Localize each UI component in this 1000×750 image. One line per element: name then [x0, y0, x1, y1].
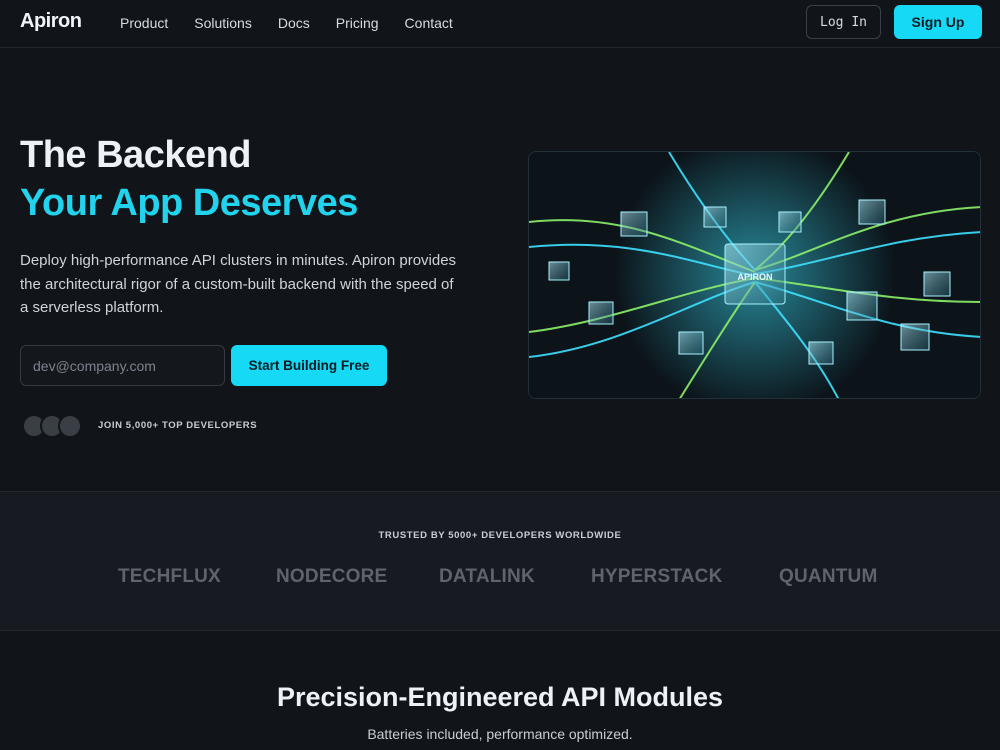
- modules-section: Precision-Engineered API Modules Batteri…: [0, 632, 1000, 750]
- hero-title-line1: The Backend: [20, 134, 252, 176]
- social-proof-text: JOIN 5,000+ TOP DEVELOPERS: [98, 420, 258, 431]
- trusted-by-title: TRUSTED BY 5000+ DEVELOPERS WORLDWIDE: [378, 530, 622, 541]
- modules-title: Precision-Engineered API Modules: [276, 682, 724, 712]
- nav-link-docs[interactable]: Docs: [278, 15, 310, 31]
- top-navbar: Apiron Product Solutions Docs Pricing Co…: [0, 0, 1000, 48]
- hero-illustration: APIRON: [528, 151, 981, 399]
- start-building-button[interactable]: Start Building Free: [231, 345, 387, 386]
- signup-button[interactable]: Sign Up: [894, 5, 982, 39]
- hero-description: Deploy high-performance API clusters in …: [20, 252, 457, 316]
- partner-logo-hyperstack: HYPERSTACK: [591, 566, 723, 587]
- partner-logo-quantum: QUANTUM: [779, 566, 878, 587]
- login-button[interactable]: Log In: [806, 5, 881, 39]
- nav-link-solutions[interactable]: Solutions: [194, 15, 252, 31]
- hero-title: The Backend Your App Deserves: [20, 131, 358, 227]
- partner-logo-nodecore: NODECORE: [276, 566, 388, 587]
- hero-title-line2: Your App Deserves: [20, 182, 358, 224]
- nav-link-pricing[interactable]: Pricing: [336, 15, 379, 31]
- illustration-logo-text: APIRON: [737, 272, 772, 282]
- nav-link-contact[interactable]: Contact: [405, 15, 453, 31]
- trusted-by-section: TRUSTED BY 5000+ DEVELOPERS WORLDWIDE TE…: [0, 491, 1000, 631]
- developer-avatars: [22, 414, 84, 438]
- email-input[interactable]: [20, 345, 225, 386]
- brand-logo[interactable]: Apiron: [20, 10, 82, 33]
- modules-subtitle: Batteries included, performance optimize…: [367, 726, 633, 742]
- nav-link-product[interactable]: Product: [120, 15, 168, 31]
- api-cluster-illustration: APIRON: [529, 152, 980, 398]
- hero-section: The Backend Your App Deserves Deploy hig…: [0, 49, 1000, 491]
- nav-links: Product Solutions Docs Pricing Contact: [120, 0, 453, 46]
- partner-logo-datalink: DATALINK: [439, 566, 535, 587]
- partner-logo-techflux: TECHFLUX: [118, 566, 221, 587]
- avatar: [58, 414, 82, 438]
